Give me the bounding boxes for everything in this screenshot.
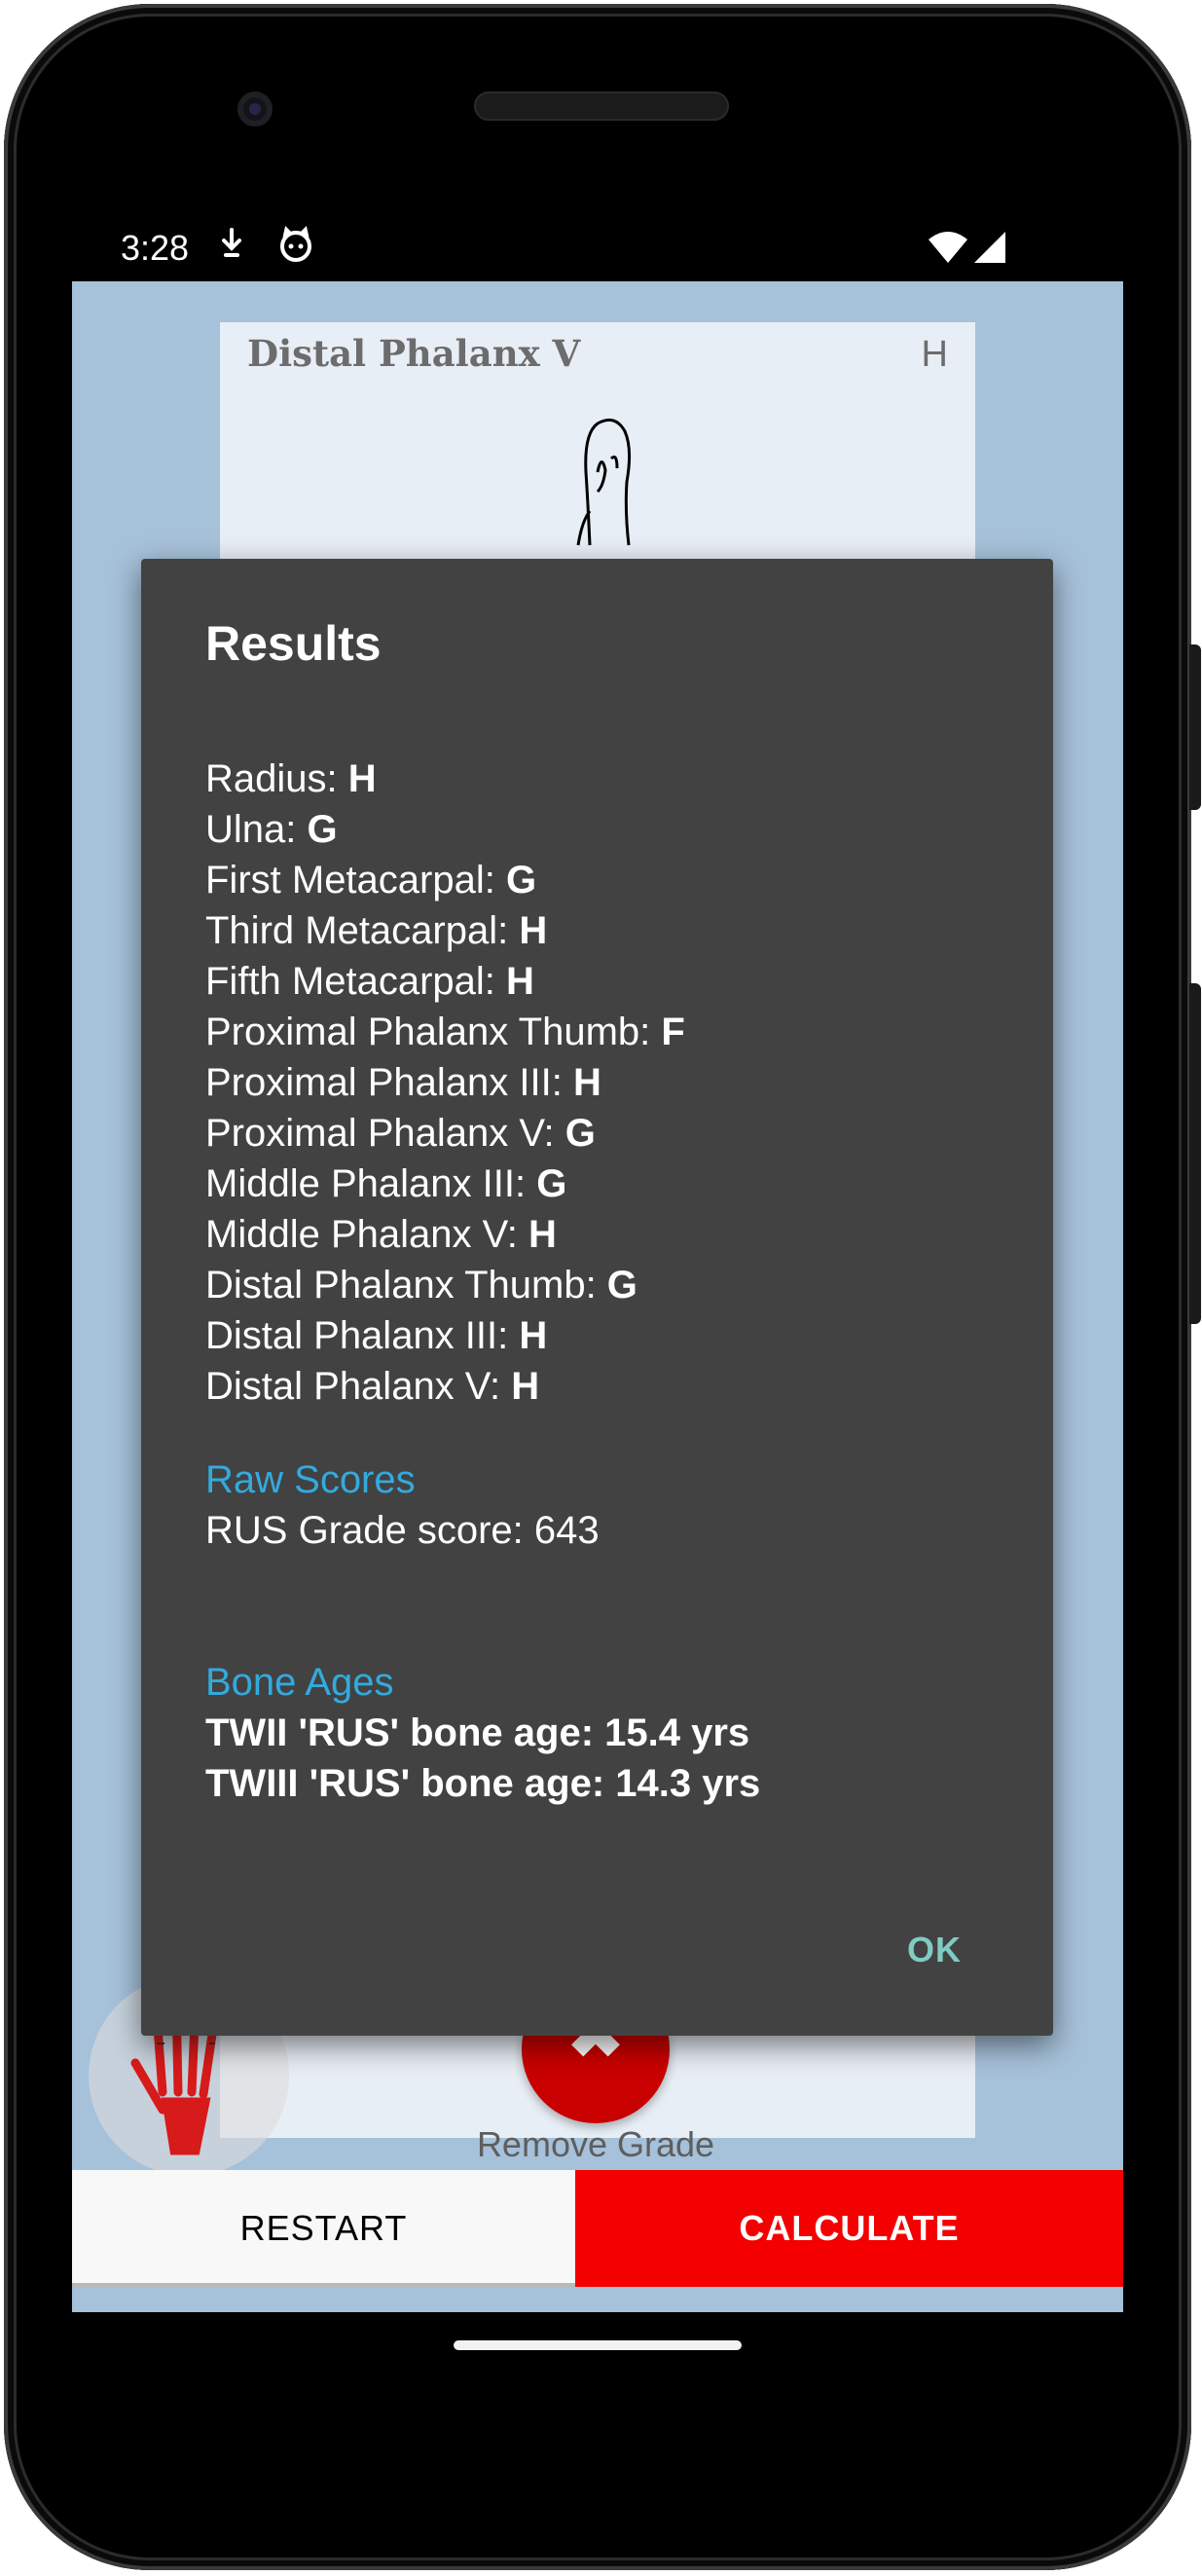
grade-label: Proximal Phalanx III:	[205, 1061, 573, 1104]
grade-value: G	[606, 1264, 637, 1306]
grade-row: Fifth Metacarpal: H	[205, 956, 685, 1007]
grade-label: Proximal Phalanx Thumb:	[205, 1011, 662, 1053]
raw-scores-section: Raw Scores RUS Grade score: 643	[205, 1454, 600, 1556]
remove-grade-label: Remove Grade	[476, 2124, 715, 2164]
grade-label: Third Metacarpal:	[205, 909, 520, 952]
wifi-icon	[927, 230, 969, 270]
grade-value: H	[519, 1314, 548, 1357]
grade-value: H	[572, 1061, 601, 1104]
grade-list: Radius: H Ulna: G First Metacarpal: G Third…	[205, 754, 685, 1412]
grade-row: Distal Phalanx Thumb: G	[205, 1260, 685, 1310]
calculate-button[interactable]: CALCULATE	[575, 2170, 1123, 2287]
rus-grade-score: RUS Grade score: 643	[205, 1509, 600, 1552]
grade-row: Middle Phalanx III: G	[205, 1159, 685, 1209]
status-time: 3:28	[121, 228, 190, 268]
grade-row: Ulna: G	[205, 804, 685, 855]
grade-row: Distal Phalanx III: H	[205, 1310, 685, 1361]
cat-face-icon	[276, 226, 315, 270]
grade-value: H	[519, 909, 548, 952]
results-dialog: Results Radius: H Ulna: G First Metacarpal…	[141, 559, 1053, 2036]
grade-value: F	[661, 1011, 685, 1053]
bone-ages-heading: Bone Ages	[205, 1661, 394, 1704]
grade-value: G	[307, 808, 338, 851]
grade-row: First Metacarpal: G	[205, 855, 685, 905]
bone-ages-section: Bone Ages TWII 'RUS' bone age: 15.4 yrs …	[205, 1657, 760, 1809]
grade-row: Radius: H	[205, 754, 685, 804]
grade-label: Radius:	[205, 757, 348, 800]
status-bar: 3:28	[72, 224, 1123, 278]
grade-label: Proximal Phalanx V:	[205, 1112, 565, 1155]
download-icon	[218, 226, 245, 270]
twii-bone-age: TWII 'RUS' bone age: 15.4 yrs	[205, 1711, 750, 1754]
restart-button[interactable]: RESTART	[72, 2170, 575, 2287]
signal-icon	[972, 230, 1007, 270]
grade-label: Middle Phalanx V:	[205, 1213, 529, 1256]
grade-value: H	[528, 1213, 557, 1256]
grade-value: H	[511, 1365, 540, 1408]
grade-row: Middle Phalanx V: H	[205, 1209, 685, 1260]
power-button	[1189, 644, 1201, 810]
grade-value: H	[347, 757, 377, 800]
grade-label: Middle Phalanx III:	[205, 1162, 537, 1205]
grade-row: Distal Phalanx V: H	[205, 1361, 685, 1412]
bone-illustration	[576, 418, 632, 546]
grade-row: Proximal Phalanx Thumb: F	[205, 1007, 685, 1057]
earpiece-speaker	[474, 92, 729, 121]
grade-label: Fifth Metacarpal:	[205, 960, 507, 1003]
grade-value: G	[505, 859, 537, 902]
dialog-title: Results	[205, 616, 382, 671]
card-grade: H	[921, 334, 948, 375]
grade-label: Distal Phalanx Thumb:	[205, 1264, 607, 1306]
ok-button[interactable]: OK	[907, 1930, 962, 1970]
twiii-bone-age: TWIII 'RUS' bone age: 14.3 yrs	[205, 1762, 761, 1805]
phone-frame: 3:28 Distal Phalanx V H Remove Grade RES…	[4, 4, 1201, 2570]
grade-row: Third Metacarpal: H	[205, 905, 685, 956]
grade-value: G	[565, 1112, 596, 1155]
grade-label: Distal Phalanx III:	[205, 1314, 520, 1357]
home-gesture-bar[interactable]	[454, 2340, 742, 2350]
raw-scores-heading: Raw Scores	[205, 1458, 416, 1501]
grade-label: Ulna:	[205, 808, 308, 851]
bottom-action-bar: RESTART CALCULATE	[72, 2170, 1123, 2287]
volume-button	[1189, 983, 1201, 1324]
grade-value: G	[536, 1162, 567, 1205]
grade-row: Proximal Phalanx III: H	[205, 1057, 685, 1108]
grade-label: First Metacarpal:	[205, 859, 506, 902]
card-title: Distal Phalanx V	[247, 332, 581, 375]
grade-value: H	[506, 960, 534, 1003]
grade-label: Distal Phalanx V:	[205, 1365, 512, 1408]
front-camera	[237, 92, 273, 127]
grade-row: Proximal Phalanx V: G	[205, 1108, 685, 1159]
